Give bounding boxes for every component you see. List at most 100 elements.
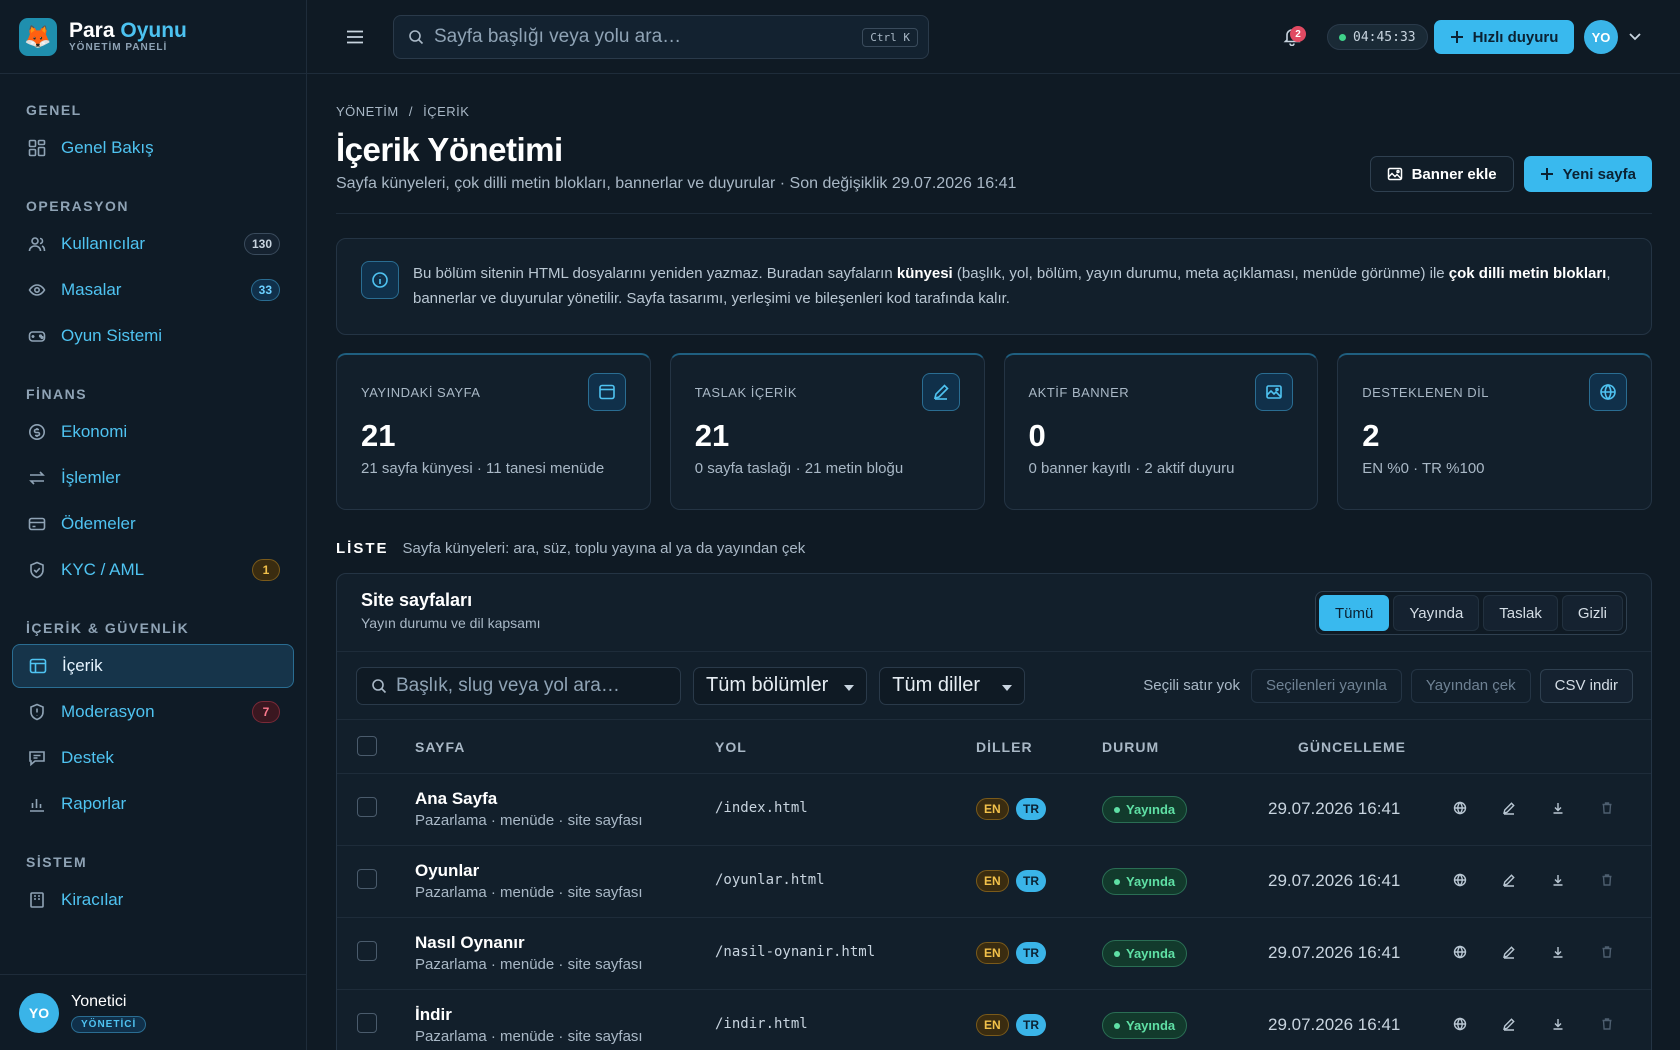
trash-icon[interactable] [1600, 945, 1616, 961]
sidebar-item-genel-bakis[interactable]: Genel Bakış [12, 126, 294, 170]
select-all-checkbox[interactable] [357, 736, 377, 756]
trash-icon[interactable] [1600, 873, 1616, 889]
keyboard-shortcut: Ctrl K [862, 27, 918, 47]
new-page-label: Yeni sayfa [1562, 165, 1636, 183]
column-header-updated[interactable]: GÜNCELLEME [1298, 739, 1406, 755]
sidebar-item-label: Ekonomi [61, 422, 128, 441]
brand-name: Para Oyunu [69, 20, 187, 42]
message-icon [27, 748, 47, 768]
row-checkbox[interactable] [357, 941, 377, 961]
sidebar-item-destek[interactable]: Destek [12, 736, 294, 780]
pencil-icon[interactable] [1502, 873, 1518, 889]
sidebar-item-kiracilar[interactable]: Kiracılar [12, 878, 294, 922]
trash-icon[interactable] [1600, 1017, 1616, 1033]
shield-alert-icon [27, 702, 47, 722]
tab-hidden[interactable]: Gizli [1561, 595, 1623, 631]
table-row[interactable]: Ana Sayfa Pazarlama · menüde · site sayf… [337, 774, 1651, 846]
publish-selected-button[interactable]: Seçilenleri yayınla [1250, 668, 1402, 703]
layout-icon [28, 656, 48, 676]
user-card[interactable]: YO Yonetici YÖNETİCİ [0, 974, 306, 1050]
unpublish-button[interactable]: Yayından çek [1410, 668, 1531, 703]
divider [336, 213, 1652, 214]
add-banner-button[interactable]: Banner ekle [1369, 156, 1514, 192]
sidebar-item-islemler[interactable]: İşlemler [12, 456, 294, 500]
breadcrumb-item[interactable]: İÇERİK [423, 104, 469, 119]
row-meta: Pazarlama · menüde · site sayfası [415, 956, 643, 973]
language-select-value: Tüm diller [892, 674, 981, 696]
pencil-icon[interactable] [1502, 1017, 1518, 1033]
caret-down-icon [844, 684, 855, 691]
nav-section-genel: GENEL Genel Bakış [0, 84, 306, 170]
sidebar-item-ekonomi[interactable]: Ekonomi [12, 410, 294, 454]
info-icon [361, 261, 399, 299]
brand[interactable]: 🦊 Para Oyunu YÖNETİM PANELİ [0, 0, 306, 74]
sidebar-item-masalar[interactable]: Masalar 33 [12, 268, 294, 312]
sidebar-item-icerik[interactable]: İçerik [12, 644, 294, 688]
menu-icon[interactable] [345, 27, 365, 47]
chevron-down-icon[interactable] [1627, 28, 1643, 44]
sidebar-item-kullanicilar[interactable]: Kullanıcılar 130 [12, 222, 294, 266]
column-header-page[interactable]: SAYFA [415, 739, 465, 755]
globe-icon[interactable] [1453, 873, 1469, 889]
pencil-icon[interactable] [1502, 801, 1518, 817]
globe-icon[interactable] [1453, 1017, 1469, 1033]
search-icon [371, 678, 387, 694]
info-text-part: (başlık, yol, bölüm, yayın durumu, meta … [952, 265, 1449, 282]
column-header-languages[interactable]: DİLLER [976, 739, 1033, 755]
row-title[interactable]: Oyunlar [415, 861, 479, 881]
sidebar-item-label: Raporlar [61, 794, 127, 813]
row-title[interactable]: İndir [415, 1005, 452, 1025]
image-icon [1255, 373, 1294, 411]
status-badge: Yayında [1102, 796, 1188, 823]
breadcrumb-item[interactable]: YÖNETİM [336, 104, 399, 119]
download-icon[interactable] [1551, 945, 1567, 961]
sidebar-item-label: İşlemler [61, 468, 121, 487]
section-select[interactable]: Tüm bölümler [693, 666, 868, 705]
sidebar-item-raporlar[interactable]: Raporlar [12, 782, 294, 826]
status-badge: Yayında [1102, 868, 1188, 895]
language-badge-tr: TR [1016, 942, 1046, 964]
download-icon[interactable] [1551, 873, 1567, 889]
globe-icon[interactable] [1453, 801, 1469, 817]
table-row[interactable]: İndir Pazarlama · menüde · site sayfası … [337, 990, 1651, 1050]
row-title[interactable]: Nasıl Oynanır [415, 933, 525, 953]
download-icon[interactable] [1551, 1017, 1567, 1033]
row-checkbox[interactable] [357, 869, 377, 889]
tab-all[interactable]: Tümü [1319, 595, 1390, 631]
list-description: Sayfa künyeleri: ara, süz, toplu yayına … [402, 540, 806, 557]
user-name: Yonetici [71, 992, 127, 1010]
table-row[interactable]: Oyunlar Pazarlama · menüde · site sayfas… [337, 846, 1651, 918]
brand-name-part1: Para [69, 19, 115, 42]
column-header-path[interactable]: YOL [715, 739, 747, 755]
pencil-icon[interactable] [1502, 945, 1518, 961]
new-page-button[interactable]: Yeni sayfa [1523, 156, 1652, 192]
tab-draft[interactable]: Taslak [1483, 595, 1558, 631]
sidebar-item-kyc-aml[interactable]: KYC / AML 1 [12, 548, 294, 592]
row-title[interactable]: Ana Sayfa [415, 789, 497, 809]
csv-download-button[interactable]: CSV indir [1539, 668, 1633, 703]
language-select[interactable]: Tüm diller [879, 666, 1026, 705]
stat-value: 21 [361, 418, 396, 453]
row-checkbox[interactable] [357, 1013, 377, 1033]
row-checkbox[interactable] [357, 797, 377, 817]
eye-icon [27, 280, 47, 300]
server-clock: 04:45:33 [1327, 24, 1428, 50]
profile-avatar[interactable]: YO [1584, 20, 1618, 54]
tab-published[interactable]: Yayında [1393, 595, 1480, 631]
quick-button-label: Hızlı duyuru [1472, 28, 1559, 46]
plus-icon [1540, 167, 1554, 181]
sidebar-item-oyun-sistemi[interactable]: Oyun Sistemi [12, 314, 294, 358]
sidebar-item-odemeler[interactable]: Ödemeler [12, 502, 294, 546]
column-header-status[interactable]: DURUM [1102, 739, 1159, 755]
avatar: YO [19, 992, 59, 1033]
stat-sub: EN %0 · TR %100 [1362, 460, 1485, 477]
table-search-input[interactable]: Başlık, slug veya yol ara… [356, 666, 681, 705]
globe-icon[interactable] [1453, 945, 1469, 961]
sidebar-item-moderasyon[interactable]: Moderasyon 7 [12, 690, 294, 734]
global-search-input[interactable]: Sayfa başlığı veya yolu ara… Ctrl K [393, 15, 929, 59]
download-icon[interactable] [1551, 801, 1567, 817]
quick-announcement-button[interactable]: Hızlı duyuru [1434, 20, 1574, 54]
trash-icon[interactable] [1600, 801, 1616, 817]
table-row[interactable]: Nasıl Oynanır Pazarlama · menüde · site … [337, 918, 1651, 990]
row-path: /indir.html [715, 1016, 808, 1032]
